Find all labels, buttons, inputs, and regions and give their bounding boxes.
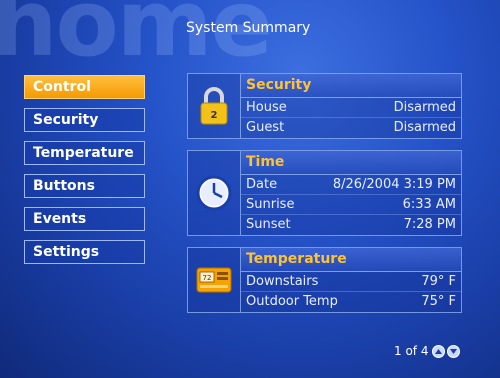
row-value: 75° F [421,294,456,309]
menu-item-buttons[interactable]: Buttons [24,174,145,198]
row-value: Disarmed [393,120,456,135]
padlock-icon: 2 [200,87,228,125]
side-menu: Control Security Temperature Buttons Eve… [24,75,145,273]
row-label: Sunset [246,217,291,232]
table-row: Sunrise 6:33 AM [241,195,461,215]
table-row: House Disarmed [241,98,461,118]
pager: 1 of 4 [394,344,461,358]
security-icon-cell: 2 [188,74,241,138]
thermostat-icon: 72 [196,267,232,293]
table-row: Downstairs 79° F [241,272,461,292]
page-title: System Summary [186,20,311,36]
chevron-down-icon [450,348,458,354]
table-row: Date 8/26/2004 3:19 PM [241,175,461,195]
row-label: Outdoor Temp [246,294,338,309]
row-value: Disarmed [393,100,456,115]
row-value: 79° F [421,274,456,289]
table-row: Outdoor Temp 75° F [241,292,461,312]
menu-item-security[interactable]: Security [24,108,145,132]
padlock-digit: 2 [211,110,218,121]
time-card-title: Time [241,151,461,175]
row-value: 7:28 PM [403,217,456,232]
temperature-icon-cell: 72 [188,248,241,312]
row-value: 8/26/2004 3:19 PM [332,177,456,192]
menu-item-control[interactable]: Control [24,75,145,99]
security-card: 2 Security House Disarmed Guest Disarmed [187,73,462,139]
security-card-title: Security [241,74,461,98]
row-label: Sunrise [246,197,295,212]
time-card: Time Date 8/26/2004 3:19 PM Sunrise 6:33… [187,150,462,236]
temperature-card-title: Temperature [241,248,461,272]
clock-icon [196,175,232,211]
page-down-button[interactable] [447,344,461,358]
time-icon-cell [188,151,241,235]
menu-item-temperature[interactable]: Temperature [24,141,145,165]
row-label: Downstairs [246,274,319,289]
row-label: Date [246,177,278,192]
row-value: 6:33 AM [402,197,456,212]
chevron-up-icon [435,348,443,354]
row-label: House [246,100,287,115]
row-label: Guest [246,120,285,135]
page-indicator: 1 of 4 [394,344,429,358]
thermostat-reading: 72 [203,274,212,282]
table-row: Sunset 7:28 PM [241,215,461,235]
temperature-card: 72 Temperature Downstairs 79° F Outdoor … [187,247,462,313]
page-up-button[interactable] [432,344,446,358]
menu-item-settings[interactable]: Settings [24,240,145,264]
table-row: Guest Disarmed [241,118,461,138]
menu-item-events[interactable]: Events [24,207,145,231]
